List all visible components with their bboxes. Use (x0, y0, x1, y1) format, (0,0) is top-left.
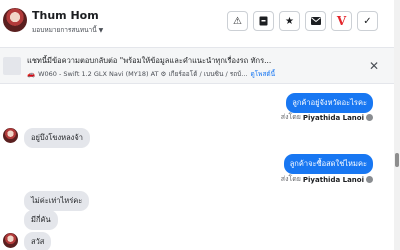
info-icon (366, 176, 373, 183)
chat-window: Thum Hom มอบหมายการสนทนานี้ ▼ ⚠ ★ V ✓ แชท… (0, 0, 400, 250)
assign-conversation-link[interactable]: มอบหมายการสนทนานี้ ▼ (32, 25, 103, 35)
spam-button[interactable]: ⚠ (227, 11, 248, 31)
check-icon: ✓ (363, 15, 372, 27)
assign-conversation-label: มอบหมายการสนทนานี้ (32, 26, 97, 34)
car-icon: 🚗 (27, 70, 36, 78)
incoming-message: มีกี่คัน (24, 210, 58, 230)
incoming-message: ไม่ค่ะเท่าไหร่คะ (24, 191, 90, 211)
contact-avatar[interactable] (3, 8, 27, 32)
email-icon (310, 17, 321, 25)
outgoing-message: ลูกค้าจะซื้อสดใช่ไหมคะ (283, 154, 373, 174)
sender-name: Piyathida Lanoi (302, 113, 364, 122)
notice-detail-text: W060 - Swift 1.2 GLX Navi (MY18) AT ⚙ เก… (38, 70, 248, 78)
star-button[interactable]: ★ (279, 11, 300, 31)
incoming-message: สวัส (24, 232, 52, 250)
scrollbar-thumb[interactable] (395, 153, 399, 167)
chevron-down-icon: ▼ (98, 27, 104, 34)
notice-title: แชทนี้มีข้อความตอบกลับต่อ "พร้อมให้ข้อมู… (27, 56, 272, 65)
email-button[interactable] (305, 11, 326, 31)
sent-by-label: ส่งโดย (280, 113, 301, 121)
message-sender-meta: ส่งโดย Piyathida Lanoi (281, 112, 373, 123)
message-list[interactable]: ลูกค้าอยู่จังหวัดอะไรคะ ส่งโดย Piyathida… (0, 85, 394, 250)
conversation-header: Thum Hom มอบหมายการสนทนานี้ ▼ ⚠ ★ V ✓ (0, 0, 400, 46)
brand-v-icon: V (336, 14, 347, 28)
message-sender-meta: ส่งโดย Piyathida Lanoi (281, 174, 373, 185)
post-reply-notice: แชทนี้มีข้อความตอบกลับต่อ "พร้อมให้ข้อมู… (0, 47, 394, 84)
view-post-link[interactable]: ดูโพสต์นี้ (250, 70, 275, 78)
sent-by-label: ส่งโดย (280, 175, 301, 183)
incoming-message: อยู่บึงโขงหลงจ้า (24, 128, 90, 148)
warning-icon: ⚠ (233, 15, 242, 27)
post-thumbnail (3, 57, 21, 75)
star-icon: ★ (285, 15, 294, 27)
header-toolbar: ⚠ ★ V ✓ (227, 11, 378, 31)
mark-done-button[interactable]: ✓ (357, 11, 378, 31)
close-icon[interactable]: ✕ (369, 59, 379, 73)
scrollbar[interactable] (394, 0, 400, 250)
brand-v-button[interactable]: V (331, 11, 352, 31)
contact-avatar-small (3, 128, 18, 143)
info-icon (366, 114, 373, 121)
outgoing-message: ลูกค้าอยู่จังหวัดอะไรคะ (286, 93, 373, 113)
sender-name: Piyathida Lanoi (302, 175, 364, 184)
archive-button[interactable] (253, 11, 274, 31)
contact-name[interactable]: Thum Hom (32, 9, 99, 22)
notice-detail: 🚗 W060 - Swift 1.2 GLX Navi (MY18) AT ⚙ เ… (27, 69, 275, 79)
archive-icon (259, 16, 268, 26)
contact-avatar-small (3, 233, 18, 248)
